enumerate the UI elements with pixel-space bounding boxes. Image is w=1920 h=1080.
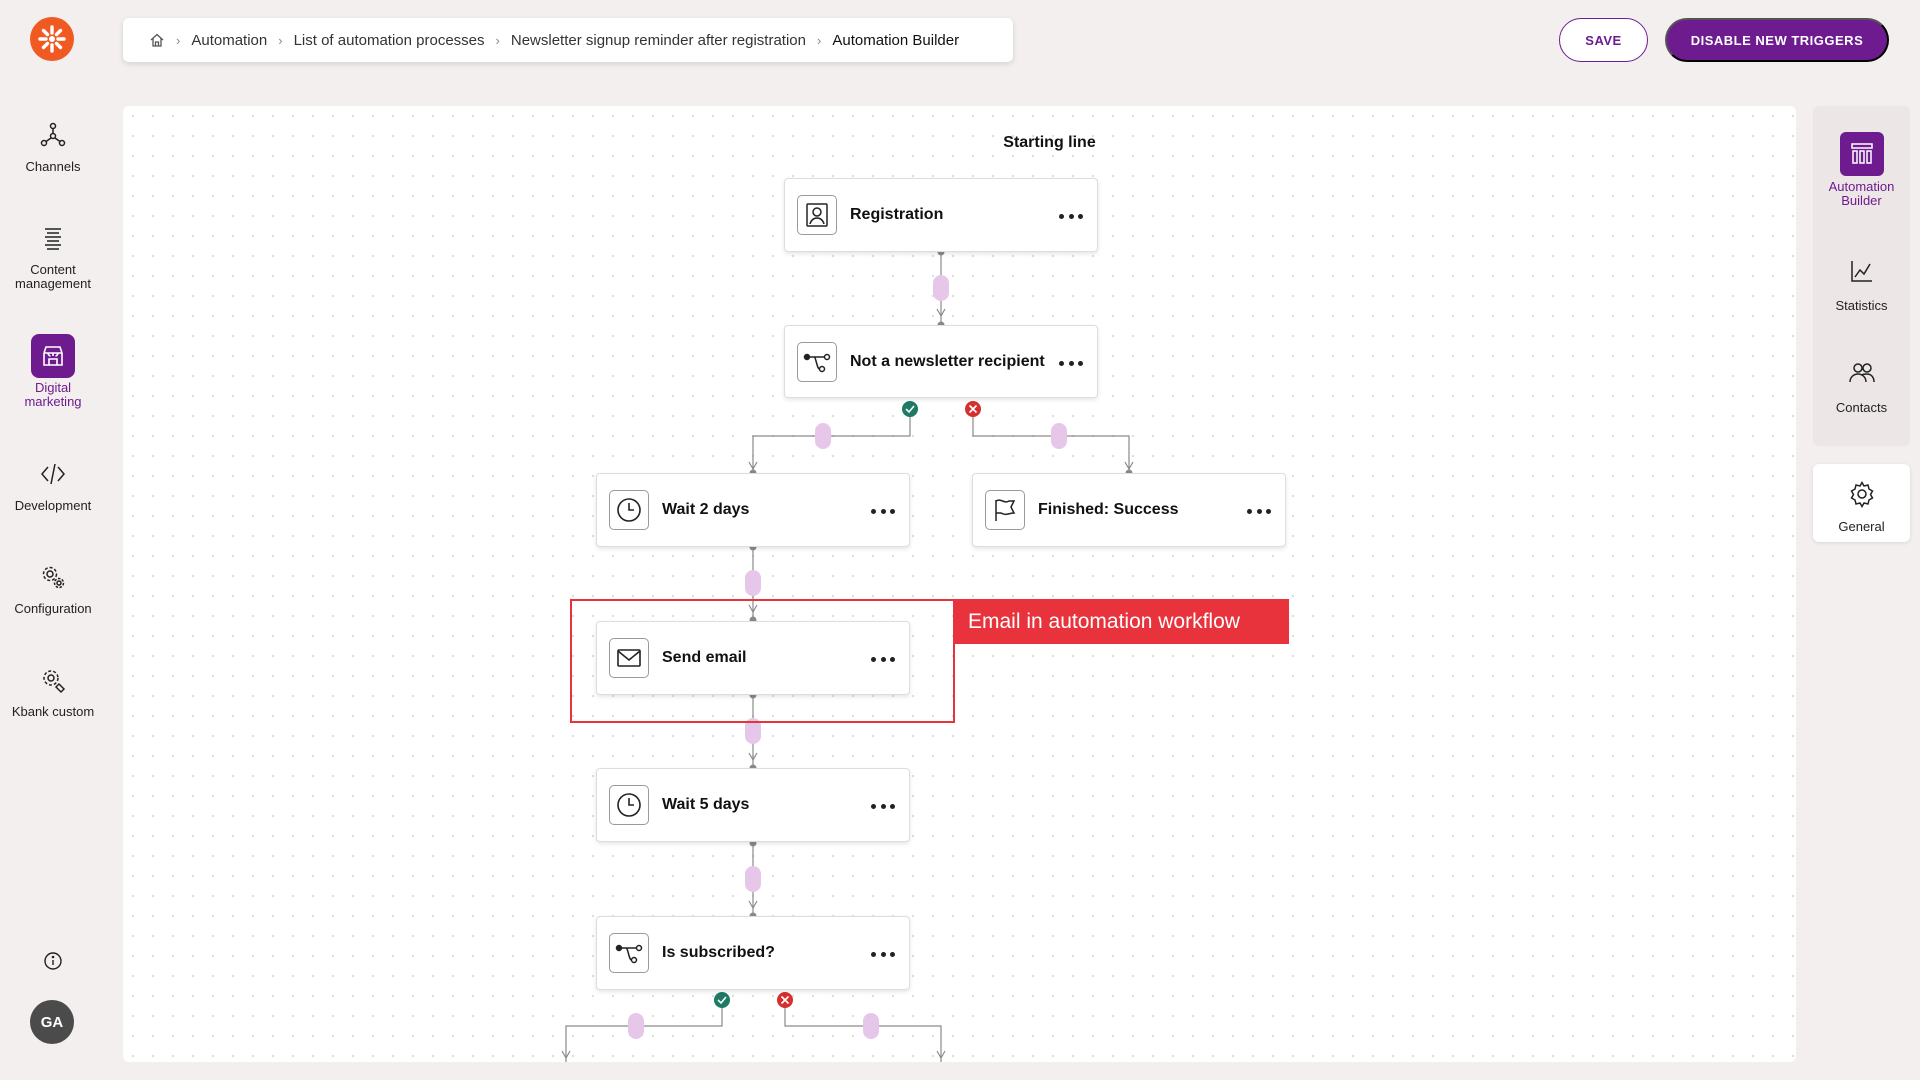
save-button[interactable]: SAVE xyxy=(1559,18,1648,62)
breadcrumb-separator: › xyxy=(817,32,822,48)
add-step-button[interactable] xyxy=(1051,423,1067,449)
nav-item-development[interactable]: Development xyxy=(0,452,106,513)
nav-item-content-management[interactable]: Content management xyxy=(0,216,106,291)
starting-line-title: Starting line xyxy=(1003,134,1096,151)
avatar[interactable]: GA xyxy=(30,1000,74,1044)
more-options-icon[interactable] xyxy=(871,501,895,521)
yes-check-icon xyxy=(902,401,918,417)
email-highlight-label: Email in automation workflow xyxy=(955,599,1289,644)
breadcrumb-current: Automation Builder xyxy=(832,31,960,49)
add-step-button[interactable] xyxy=(815,423,831,449)
tab-label: Contacts xyxy=(1835,400,1888,415)
more-options-icon[interactable] xyxy=(1247,501,1271,521)
disable-new-triggers-button[interactable]: DISABLE NEW TRIGGERS xyxy=(1665,18,1889,62)
breadcrumb-separator: › xyxy=(176,32,181,48)
more-options-icon[interactable] xyxy=(1059,206,1083,226)
code-icon xyxy=(31,452,75,496)
nav-item-label: Digital marketing xyxy=(24,380,82,409)
nav-item-channels[interactable]: Channels xyxy=(0,113,106,174)
nav-item-digital-marketing[interactable]: Digital marketing xyxy=(0,334,106,409)
node-not-newsletter-recipient[interactable]: Not a newsletter recipient xyxy=(784,325,1098,398)
tab-general[interactable]: General xyxy=(1813,472,1910,534)
more-options-icon[interactable] xyxy=(871,944,895,964)
flag-icon xyxy=(985,490,1025,530)
node-wait-2-days[interactable]: Wait 2 days xyxy=(596,473,910,547)
home-icon[interactable] xyxy=(149,32,165,48)
store-icon xyxy=(31,334,75,378)
automation-canvas[interactable]: Starting line Registration Not a newslet… xyxy=(123,106,1796,1062)
breadcrumb-process[interactable]: Newsletter signup reminder after registr… xyxy=(511,32,806,49)
node-label: Not a newsletter recipient xyxy=(850,352,1045,370)
branch-icon xyxy=(797,341,837,382)
more-options-icon[interactable] xyxy=(871,796,895,816)
connector-line xyxy=(752,409,911,473)
nav-item-kbank-custom[interactable]: Kbank custom xyxy=(0,658,106,719)
node-registration[interactable]: Registration xyxy=(784,178,1098,252)
contacts-icon xyxy=(1840,351,1884,395)
nav-item-label: Content management xyxy=(15,262,91,291)
nav-item-label: Channels xyxy=(25,159,81,174)
clock-icon xyxy=(609,490,649,530)
nav-item-label: Development xyxy=(14,498,92,513)
builder-icon xyxy=(1839,132,1884,176)
node-label: Finished: Success xyxy=(1038,501,1179,518)
email-highlight-box xyxy=(570,599,955,723)
tab-label: Automation Builder xyxy=(1828,179,1895,208)
node-wait-5-days[interactable]: Wait 5 days xyxy=(596,768,910,842)
content-icon xyxy=(31,216,75,260)
breadcrumb-automation[interactable]: Automation xyxy=(191,32,267,49)
node-finished-success[interactable]: Finished: Success xyxy=(972,473,1286,547)
no-cross-icon xyxy=(965,401,981,417)
user-frame-icon xyxy=(797,195,837,235)
node-label: Wait 5 days xyxy=(662,796,750,813)
tab-statistics[interactable]: Statistics xyxy=(1813,249,1910,313)
tab-automation-builder[interactable]: Automation Builder xyxy=(1813,132,1910,208)
node-is-subscribed[interactable]: Is subscribed? xyxy=(596,916,910,990)
breadcrumb-separator: › xyxy=(495,32,500,48)
tab-label: Statistics xyxy=(1835,298,1888,313)
kentico-logo-icon[interactable] xyxy=(30,17,74,61)
clock-icon xyxy=(609,785,649,825)
tab-label: General xyxy=(1838,519,1885,534)
more-options-icon[interactable] xyxy=(1059,353,1083,373)
cogwheels-icon xyxy=(31,555,75,599)
node-label: Registration xyxy=(850,206,944,223)
add-step-button[interactable] xyxy=(863,1013,879,1039)
breadcrumb: › Automation › List of automation proces… xyxy=(123,18,1013,62)
chart-icon xyxy=(1840,249,1884,293)
info-icon[interactable] xyxy=(42,950,64,972)
add-step-button[interactable] xyxy=(628,1013,644,1039)
add-step-button[interactable] xyxy=(745,570,761,596)
nav-item-label: Kbank custom xyxy=(11,704,95,719)
breadcrumb-separator: › xyxy=(278,32,283,48)
tab-contacts[interactable]: Contacts xyxy=(1813,351,1910,415)
node-label: Is subscribed? xyxy=(662,944,775,961)
gear-icon xyxy=(1840,472,1884,516)
custom-cog-icon xyxy=(31,658,75,702)
node-label: Wait 2 days xyxy=(662,501,750,518)
yes-check-icon xyxy=(714,992,730,1008)
nav-item-label: Configuration xyxy=(14,601,92,616)
no-cross-icon xyxy=(777,992,793,1008)
branch-icon xyxy=(609,933,649,973)
breadcrumb-process-list[interactable]: List of automation processes xyxy=(294,32,485,49)
left-navigation: Channels Content management Digital mark… xyxy=(0,0,106,1080)
nav-item-configuration[interactable]: Configuration xyxy=(0,555,106,616)
add-step-button[interactable] xyxy=(745,866,761,892)
add-step-button[interactable] xyxy=(933,275,949,301)
channels-icon xyxy=(31,113,75,157)
